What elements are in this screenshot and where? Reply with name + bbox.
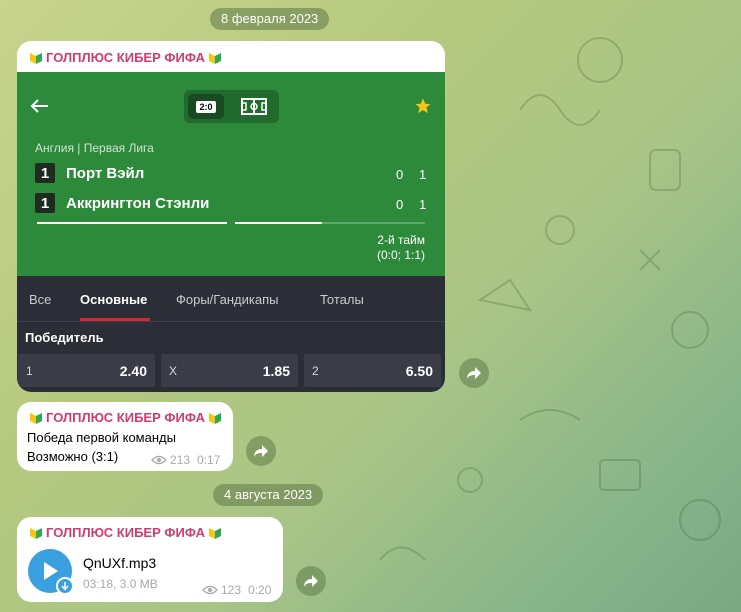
match-header: 2:0 Англия | Первая Лига 1 Порт Вэйл 0 1… <box>17 72 445 276</box>
forward-button[interactable] <box>296 566 326 596</box>
back-arrow-icon <box>30 99 48 113</box>
play-button[interactable] <box>28 549 74 595</box>
scoreboard-toggle[interactable]: 2:0 <box>188 94 224 119</box>
view-toggle[interactable]: 2:0 <box>184 90 279 123</box>
download-arrow-icon <box>61 581 69 591</box>
team-number: 1 <box>35 163 55 183</box>
message-time: 0:17 <box>197 453 221 467</box>
date-label: 4 августа 2023 <box>224 487 313 502</box>
team-row-home: 1 Порт Вэйл <box>35 163 144 183</box>
views-count: 123 <box>221 583 242 597</box>
team-number: 1 <box>35 193 55 213</box>
team-score-half1: 0 <box>396 197 404 212</box>
field-view-icon[interactable] <box>241 98 267 115</box>
odd-cell-draw[interactable]: X 1.85 <box>161 354 298 387</box>
odd-cell-home[interactable]: 1 2.40 <box>18 354 155 387</box>
team-name: Аккрингтон Стэнли <box>66 194 210 212</box>
progress-track-away <box>235 222 425 224</box>
odd-value: 6.50 <box>405 363 433 379</box>
forward-button[interactable] <box>246 436 276 466</box>
match-card-image[interactable]: 2:0 Англия | Первая Лига 1 Порт Вэйл 0 1… <box>17 72 445 392</box>
sender-name[interactable]: ГОЛПЛЮС КИБЕР ФИФА <box>29 410 222 425</box>
play-icon <box>44 562 58 580</box>
tabs-divider <box>17 321 445 322</box>
beginner-badge-icon <box>29 51 43 65</box>
date-label: 8 февраля 2023 <box>221 11 319 26</box>
forward-arrow-icon <box>304 575 318 587</box>
message-bubble-text[interactable]: ГОЛПЛЮС КИБЕР ФИФА Победа первой команды… <box>17 402 233 471</box>
beginner-badge-icon <box>208 411 222 425</box>
tab-totals[interactable]: Тоталы <box>320 292 364 307</box>
odd-label: X <box>169 364 178 378</box>
beginner-badge-icon <box>29 526 43 540</box>
beginner-badge-icon <box>208 51 222 65</box>
beginner-badge-icon <box>29 411 43 425</box>
file-name[interactable]: QnUXf.mp3 <box>83 555 156 571</box>
progress-fill-home <box>37 222 227 224</box>
download-button[interactable] <box>56 577 74 595</box>
file-meta: 03:18, 3.0 MB <box>83 577 158 591</box>
forward-arrow-icon <box>467 367 481 379</box>
odd-value: 1.85 <box>262 363 290 379</box>
sender-name[interactable]: ГОЛПЛЮС КИБЕР ФИФА <box>29 525 222 540</box>
message-time: 0:20 <box>248 583 272 597</box>
message-line: Победа первой команды <box>27 430 176 445</box>
views-eye-icon <box>151 455 167 465</box>
team-score-half2: 1 <box>419 167 427 182</box>
tab-main[interactable]: Основные <box>80 292 147 307</box>
team-row-away: 1 Аккрингтон Стэнли <box>35 193 209 213</box>
odd-value: 2.40 <box>119 363 147 379</box>
team-name: Порт Вэйл <box>66 164 145 182</box>
odd-cell-away[interactable]: 2 6.50 <box>304 354 441 387</box>
league-name: Англия | Первая Лига <box>35 141 154 155</box>
message-meta: 123 0:20 <box>202 583 271 597</box>
progress-track-home <box>37 222 227 224</box>
odd-label: 2 <box>312 364 319 378</box>
sender-name[interactable]: ГОЛПЛЮС КИБЕР ФИФА <box>29 50 222 65</box>
forward-arrow-icon <box>254 445 268 457</box>
team-score-half2: 1 <box>419 197 427 212</box>
match-period: 2-й тайм <box>377 233 425 247</box>
tab-all[interactable]: Все <box>29 292 51 307</box>
views-eye-icon <box>202 585 218 595</box>
date-divider: 4 августа 2023 <box>213 484 324 506</box>
team-score-half1: 0 <box>396 167 404 182</box>
message-bubble-audio[interactable]: ГОЛПЛЮС КИБЕР ФИФА QnUXf.mp3 03:18, 3.0 … <box>17 517 283 602</box>
half-scores: (0:0; 1:1) <box>376 248 425 262</box>
odd-label: 1 <box>26 364 33 378</box>
tab-handicaps[interactable]: Форы/Гандикапы <box>176 292 278 307</box>
views-count: 213 <box>170 453 191 467</box>
progress-fill-away <box>235 222 323 224</box>
date-divider: 8 февраля 2023 <box>210 8 330 30</box>
forward-button[interactable] <box>459 358 489 388</box>
market-title: Победитель <box>25 330 104 345</box>
beginner-badge-icon <box>208 526 222 540</box>
favorite-star-icon[interactable] <box>414 97 432 115</box>
message-meta: 213 0:17 <box>151 453 220 467</box>
